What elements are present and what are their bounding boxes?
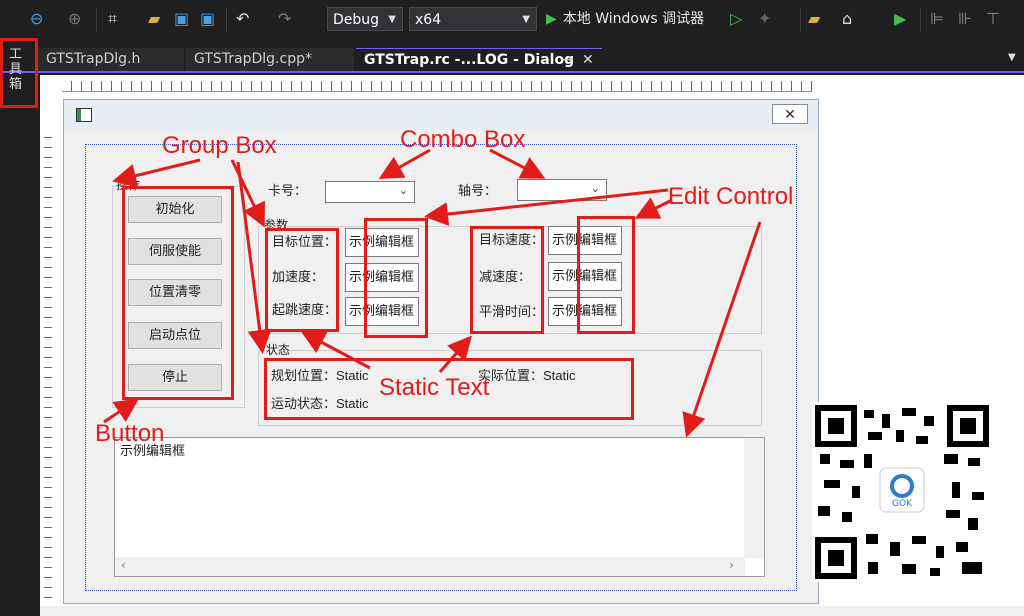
annotation-edit-control: Edit Control xyxy=(668,183,794,210)
annotation-static-text: Static Text xyxy=(379,374,490,401)
annotation-button: Button xyxy=(95,420,165,447)
annotation-combo-box: Combo Box xyxy=(400,126,526,153)
annotation-group-box: Group Box xyxy=(162,132,277,159)
annotation-arrows xyxy=(103,148,762,438)
